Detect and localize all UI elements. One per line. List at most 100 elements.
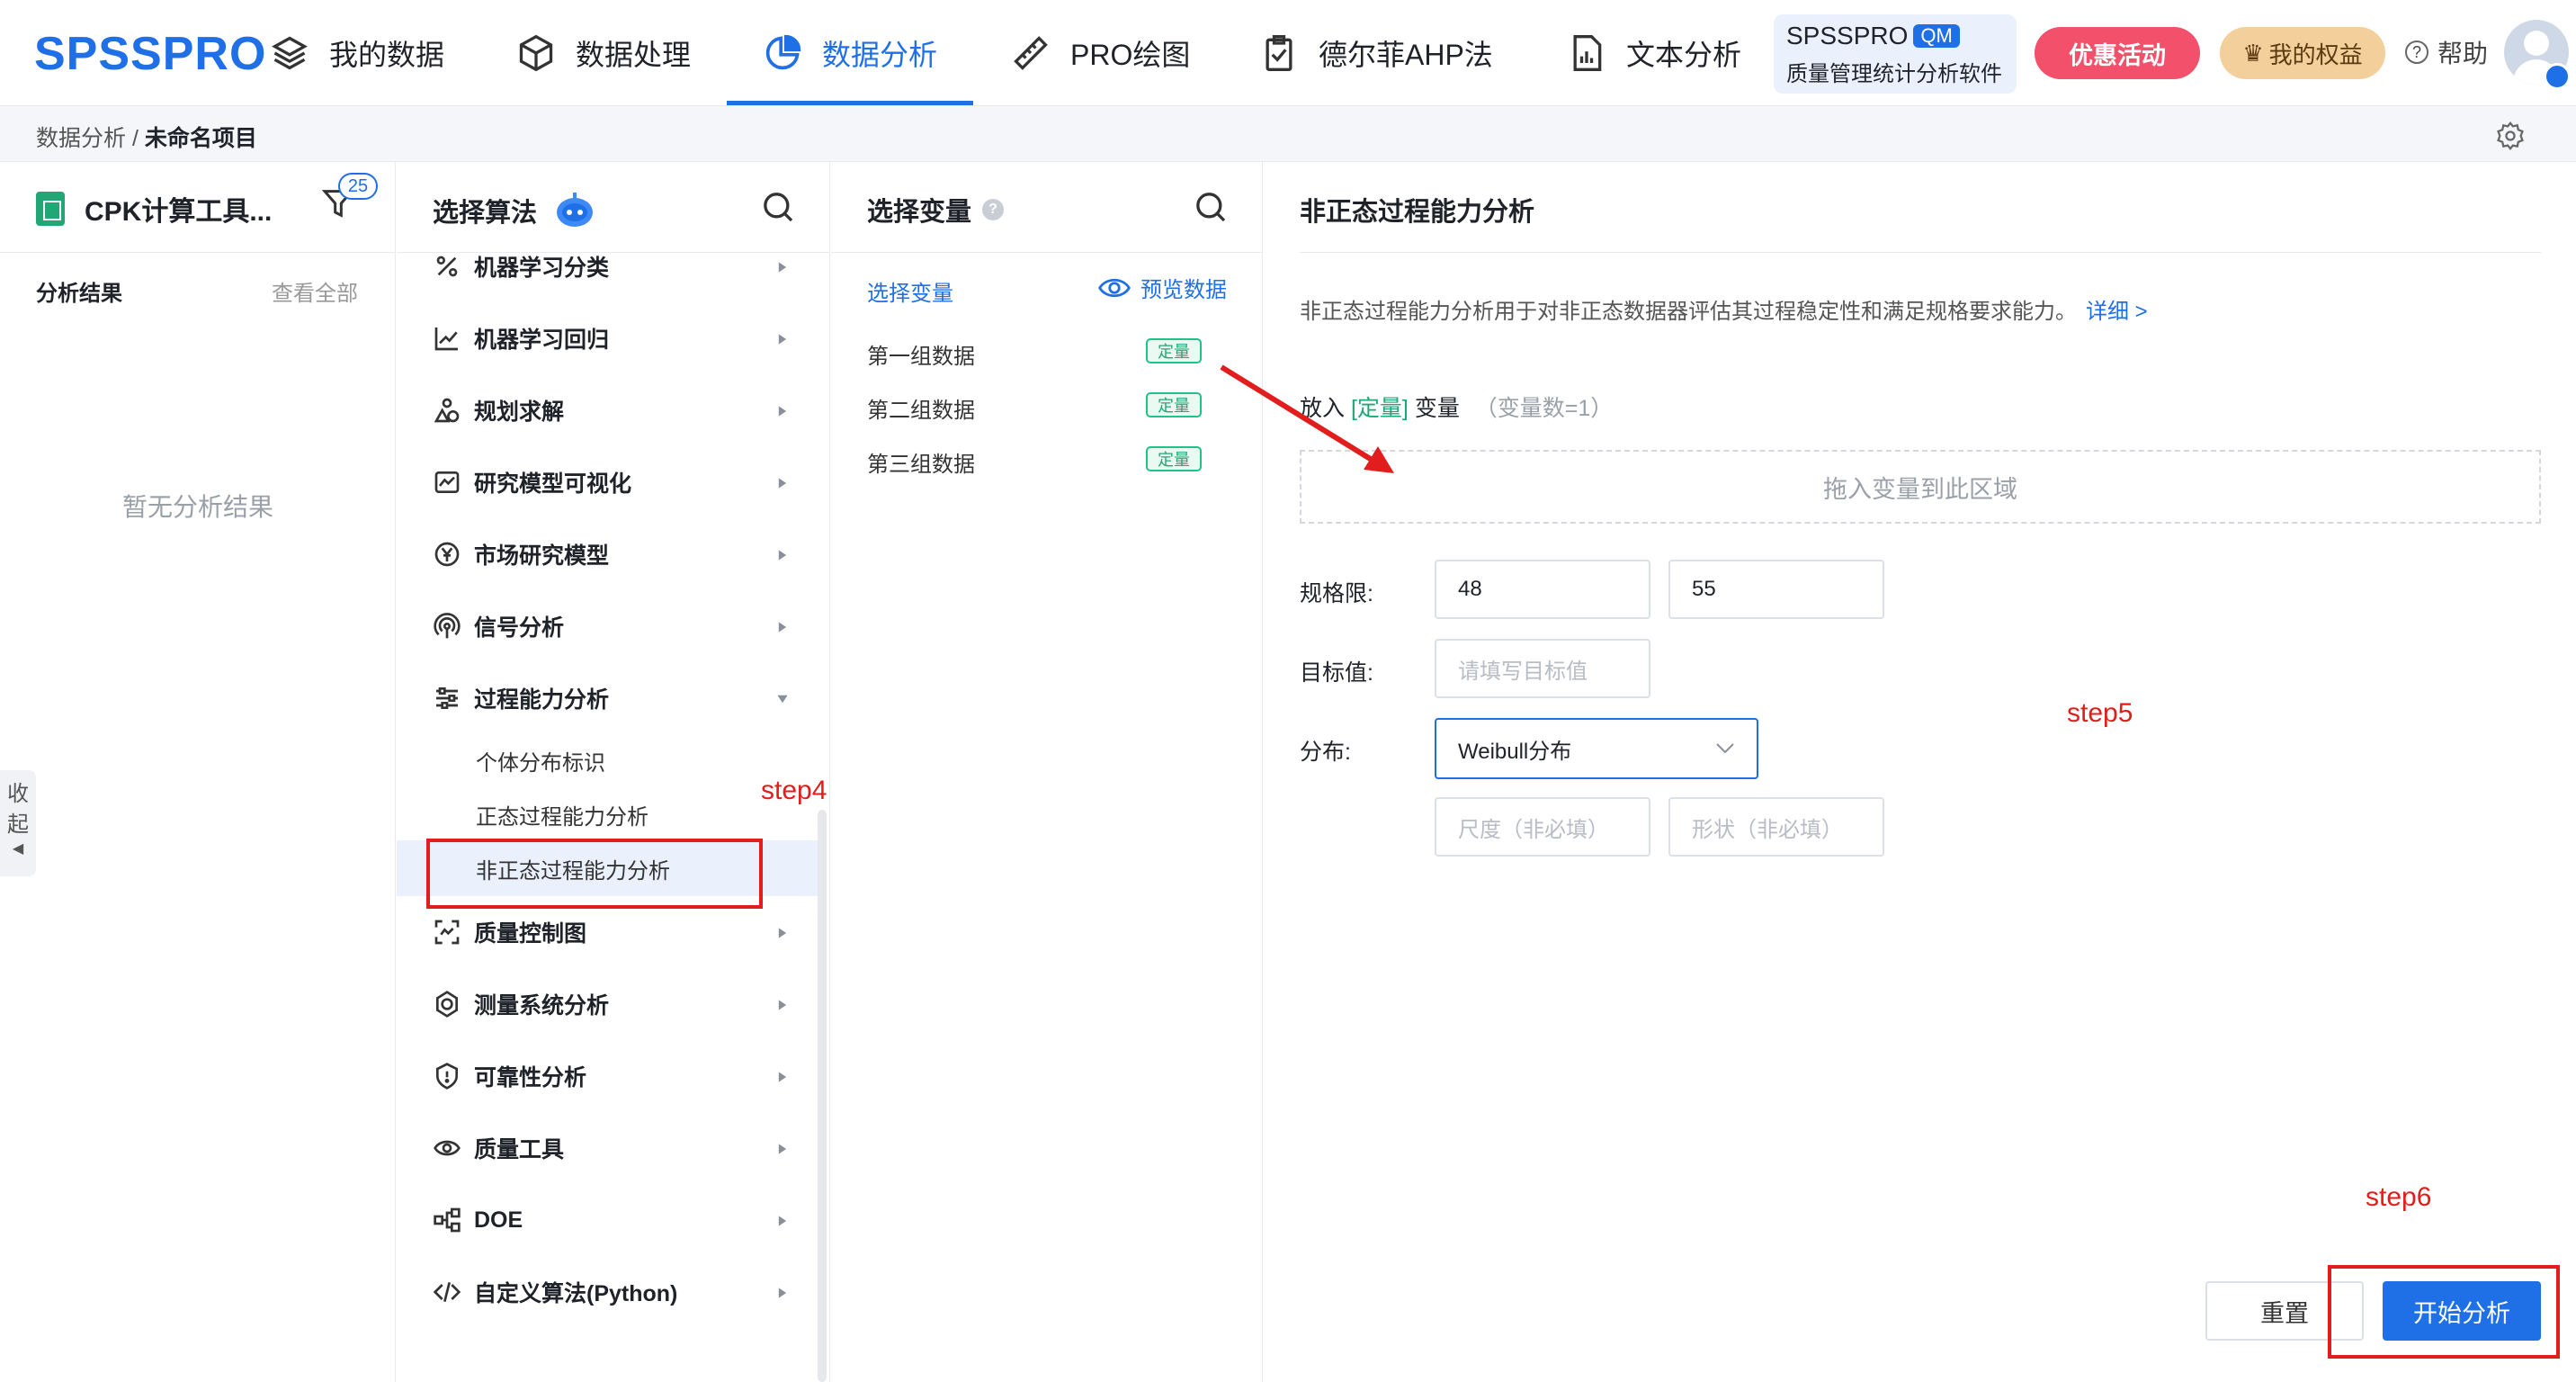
preview-data-link[interactable]: 预览数据: [1097, 272, 1227, 303]
algo-item-label: 规划求解: [474, 399, 565, 425]
select-variables-tab[interactable]: 选择变量: [867, 275, 953, 307]
algo-item-quality-tools[interactable]: 质量工具: [433, 1130, 564, 1166]
algo-item-label: 自定义算法(Python): [474, 1281, 678, 1306]
breadcrumb-bar: 数据分析 / 未命名项目: [0, 106, 2576, 162]
target-value-input[interactable]: 请填写目标值: [1435, 639, 1650, 698]
preview-data-label: 预览数据: [1140, 278, 1227, 302]
step6-label: step6: [2366, 1182, 2432, 1212]
step5-label: step5: [2067, 698, 2133, 728]
vip-badge-icon: [2544, 63, 2571, 90]
flow-icon: [434, 1207, 461, 1233]
algo-item-signal-analysis[interactable]: 信号分析: [433, 608, 564, 644]
nav-data-processing[interactable]: 数据处理: [516, 0, 691, 106]
algo-item-custom-python[interactable]: 自定义算法(Python): [433, 1274, 677, 1310]
logo[interactable]: SPSSPRO: [34, 27, 266, 81]
nav-label: 德尔菲AHP法: [1319, 39, 1493, 71]
variable-drop-zone[interactable]: 拖入变量到此区域: [1300, 450, 2541, 524]
project-panel: CPK计算工具... 25 分析结果 查看全部 暂无分析结果: [0, 162, 396, 1382]
spec-lower-input[interactable]: 48: [1435, 560, 1650, 619]
detail-link[interactable]: 详细 >: [2086, 300, 2148, 324]
shield-icon: [436, 1063, 458, 1090]
yen-icon: [434, 542, 460, 567]
search-icon[interactable]: [760, 189, 796, 225]
variable-type-tag: 定量: [1146, 392, 1202, 417]
distribution-label: 分布:: [1300, 740, 1351, 765]
divider: [1300, 252, 2541, 253]
caret-right-icon: [778, 1288, 787, 1298]
distribution-select[interactable]: Weibull分布: [1435, 718, 1758, 779]
nav-label: PRO绘图: [1070, 39, 1191, 71]
nav-text-analysis[interactable]: 文本分析: [1567, 0, 1741, 106]
promo-button[interactable]: 优惠活动: [2035, 27, 2200, 79]
algo-item-model-visualization[interactable]: 研究模型可视化: [433, 464, 631, 500]
step4-label: step4: [761, 776, 827, 805]
search-icon[interactable]: [1193, 189, 1229, 225]
scrollbar[interactable]: [818, 810, 827, 1382]
qm-title: SPSSPRO: [1786, 22, 1909, 49]
view-all-link[interactable]: 查看全部: [272, 275, 358, 307]
nav-label: 文本分析: [1626, 39, 1742, 71]
nav-data-analysis[interactable]: 数据分析: [763, 0, 937, 106]
variable-row-1[interactable]: 第一组数据: [867, 338, 975, 370]
nav-pro-drawing[interactable]: PRO绘图: [1011, 0, 1190, 106]
algo-item-reliability[interactable]: 可靠性分析: [433, 1058, 586, 1094]
algo-item-doe[interactable]: DOE: [433, 1202, 523, 1238]
trend-chart-icon: [434, 328, 458, 351]
algorithm-panel: 选择算法 机器学习分类 机器学习回归 规划求解 研究模型可视化 市场研究模型 信…: [397, 162, 830, 1382]
caret-right-icon: [778, 334, 787, 345]
caret-right-icon: [778, 1216, 787, 1226]
step4-highlight-box: [426, 839, 763, 909]
caret-right-icon: [778, 1000, 787, 1010]
shape-input[interactable]: 形状（非必填）: [1668, 797, 1884, 857]
help-label: 帮助: [2437, 40, 2489, 67]
algo-item-label: 质量工具: [474, 1137, 565, 1162]
algo-item-label: 可靠性分析: [474, 1065, 587, 1090]
nav-delphi-ahp[interactable]: 德尔菲AHP法: [1259, 0, 1493, 106]
caret-down-icon: [777, 695, 788, 704]
algo-item-label: 市场研究模型: [474, 543, 610, 569]
algo-item-measurement-system[interactable]: 测量系统分析: [433, 986, 609, 1022]
algo-item-optimization[interactable]: 规划求解: [433, 392, 564, 428]
step6-highlight-box: [2328, 1265, 2560, 1359]
algo-item-ml-regression[interactable]: 机器学习回归: [433, 320, 609, 356]
algo-item-market-research[interactable]: 市场研究模型: [433, 536, 609, 572]
spec-upper-input[interactable]: 55: [1668, 560, 1884, 619]
my-rights-button[interactable]: ♛ 我的权益: [2220, 27, 2385, 79]
algo-item-control-chart[interactable]: 质量控制图: [433, 914, 586, 950]
empty-results-text: 暂无分析结果: [121, 493, 273, 521]
top-bar: SPSSPRO 我的数据 数据处理 数据分析 PRO绘图 德尔菲AHP法 文本分…: [0, 0, 2576, 106]
help-link[interactable]: ? 帮助: [2405, 34, 2488, 70]
caret-right-icon: [778, 1072, 787, 1082]
nav-my-data[interactable]: 我的数据: [270, 0, 444, 106]
variable-row-3[interactable]: 第三组数据: [867, 446, 975, 478]
caret-right-icon: [778, 928, 787, 938]
shapes-icon: [434, 398, 460, 423]
qm-product-card[interactable]: SPSSPRO QM 质量管理统计分析软件: [1774, 14, 2017, 94]
qm-badge: QM: [1913, 24, 1960, 48]
gear-icon[interactable]: [2495, 121, 2526, 151]
sub-item-individual-distribution[interactable]: 个体分布标识: [476, 745, 605, 776]
variables-title: 选择变量: [867, 198, 972, 227]
variable-row-2[interactable]: 第二组数据: [867, 392, 975, 424]
distribution-value: Weibull分布: [1458, 739, 1572, 764]
algo-item-ml-classification[interactable]: 机器学习分类: [433, 248, 609, 284]
eye-icon: [1098, 278, 1131, 297]
algo-item-process-capability[interactable]: 过程能力分析: [433, 680, 609, 716]
breadcrumb: 数据分析 / 未命名项目: [36, 126, 257, 151]
caret-right-icon: [778, 1144, 787, 1154]
filter-count-badge: 25: [338, 173, 378, 200]
layers-icon: [272, 36, 308, 70]
caret-left-icon: ◀: [12, 841, 24, 857]
collapse-label: 收起: [7, 782, 29, 837]
question-icon[interactable]: ?: [982, 199, 1005, 220]
algorithm-header: 选择算法: [433, 191, 596, 230]
cube-icon: [519, 34, 553, 72]
breadcrumb-root[interactable]: 数据分析: [36, 126, 126, 151]
project-header[interactable]: CPK计算工具...: [36, 189, 272, 229]
sub-item-normal-capability[interactable]: 正态过程能力分析: [476, 799, 648, 830]
collapse-panel-tab[interactable]: 收起 ◀: [0, 770, 36, 876]
robot-assistant-icon[interactable]: [553, 191, 596, 230]
algo-item-label: DOE: [474, 1207, 523, 1233]
scale-input[interactable]: 尺度（非必填）: [1435, 797, 1650, 857]
ruler-pencil-icon: [1014, 36, 1048, 70]
